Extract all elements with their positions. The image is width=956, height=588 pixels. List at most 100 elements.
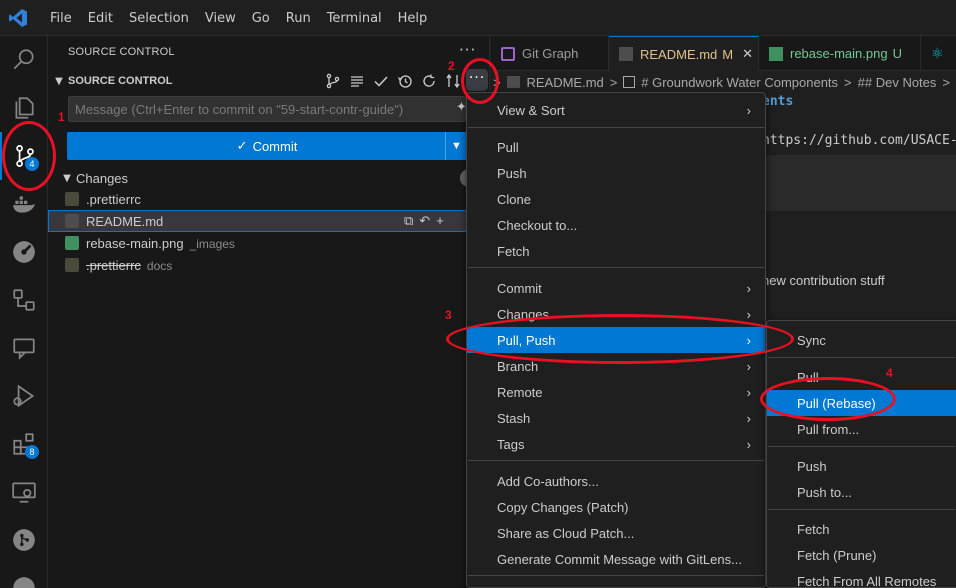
tab-badge: M [722,46,734,62]
activity-more[interactable] [0,564,48,588]
menu-item-tags[interactable]: Tags › [467,431,765,457]
breadcrumb-item[interactable]: # Groundwork Water Components [641,75,838,90]
submenu-item-fetch-all-remotes[interactable]: Fetch From All Remotes [767,568,956,588]
menu-separator [468,127,764,128]
menu-selection[interactable]: Selection [121,11,197,26]
menu-item-commit[interactable]: Commit › [467,275,765,301]
menu-item-label: Fetch [797,521,830,537]
activity-remote[interactable] [0,468,48,516]
view-as-list-icon[interactable] [347,71,366,90]
menu-item-label: Pull from... [797,421,860,437]
file-dir: _images [189,236,235,251]
git-graph-icon [13,529,35,551]
code-block [762,155,956,211]
submenu-item-pull[interactable]: Pull [767,364,956,390]
tab-label: rebase-main.png [790,46,888,61]
activity-extensions-tree[interactable] [0,276,48,324]
menu-view[interactable]: View [197,11,244,26]
file-row[interactable]: .prettierrc [48,188,490,210]
activity-run-debug[interactable] [0,372,48,420]
activity-search[interactable] [0,36,48,84]
activity-comments[interactable] [0,324,48,372]
menu-item-clone[interactable]: Clone [467,186,765,212]
open-file-icon[interactable]: ⧉ [404,213,413,229]
menu-item-pull-push[interactable]: Pull, Push › [467,327,765,353]
code-text: new contribution stuff [762,273,885,288]
prettier-file-icon [65,192,79,206]
commit-dropdown-icon[interactable]: ▼ [445,132,467,160]
changes-group-header[interactable]: ▼ Changes [48,167,490,189]
more-actions-menu: View & Sort › Pull Push Clone Checkout to… [466,92,766,588]
section-title: SOURCE CONTROL [68,75,173,87]
pull-push-tool-icon[interactable] [443,71,462,90]
menu-item-label: Pull, Push [497,332,556,348]
menu-edit[interactable]: Edit [80,11,121,26]
activity-source-control[interactable]: 4 [0,132,48,180]
discard-changes-icon[interactable]: ↶ [419,213,430,229]
sidebar-more-icon[interactable]: ··· [459,41,476,59]
submenu-item-fetch-prune[interactable]: Fetch (Prune) [767,542,956,568]
annotation-number-3: 3 [445,308,452,322]
menu-item-pull[interactable]: Pull [467,134,765,160]
file-name: rebase-main.png [86,235,184,251]
menu-item-label: View & Sort [497,102,565,118]
tab-git-graph[interactable]: Git Graph [491,36,609,71]
comment-icon [13,338,35,360]
commit-button[interactable]: ✓ Commit ▼ [67,132,467,160]
stage-changes-icon[interactable]: + [436,213,444,229]
menu-go[interactable]: Go [244,11,278,26]
refresh-icon[interactable] [419,71,438,90]
menu-item-branch[interactable]: Branch › [467,353,765,379]
tab-label: README.md [640,46,718,62]
submenu-item-pull-rebase[interactable]: Pull (Rebase) [767,390,956,416]
file-row[interactable]: .prettierrc docs [48,254,490,276]
menu-item-fetch[interactable]: Fetch [467,238,765,264]
activity-bar: 4 8 [0,36,48,588]
activity-explorer[interactable] [0,84,48,132]
history-icon[interactable] [395,71,414,90]
file-row[interactable]: rebase-main.png _images [48,232,490,254]
activity-docker[interactable] [0,180,48,228]
more-actions-button[interactable]: ··· [466,69,488,91]
extensions-badge: 8 [25,445,39,459]
submenu-item-pull-from[interactable]: Pull from... [767,416,956,442]
tab-label: Git Graph [522,46,579,61]
menu-item-push[interactable]: Push [467,160,765,186]
close-icon[interactable]: ✕ [742,46,753,62]
menu-item-add-co-authors[interactable]: Add Co-authors... [467,468,765,494]
breadcrumb-item[interactable]: README.md [526,75,603,90]
menu-run[interactable]: Run [278,11,319,26]
menu-file[interactable]: File [42,11,80,26]
commit-message-input[interactable] [69,97,465,121]
git-graph-tool-icon[interactable] [323,71,342,90]
activity-remote-explorer[interactable] [0,228,48,276]
menu-separator [468,267,764,268]
commit-check-icon[interactable] [371,71,390,90]
chevron-right-icon: › [746,358,751,374]
file-row[interactable]: README.md ⧉ ↶ + [48,210,490,232]
menu-item-changes[interactable]: Changes › [467,301,765,327]
menu-separator [768,509,955,510]
menu-item-copy-changes[interactable]: Copy Changes (Patch) [467,494,765,520]
tab-readme[interactable]: README.md M ✕ [609,36,759,71]
submenu-item-push[interactable]: Push [767,453,956,479]
menu-item-label: Fetch [497,243,530,259]
activity-git-graph[interactable] [0,516,48,564]
submenu-item-sync[interactable]: Sync [767,327,956,353]
breadcrumb-item[interactable]: ## Dev Notes [858,75,937,90]
sidebar: SOURCE CONTROL ··· ▼ SOURCE CONTROL ··· … [48,36,490,588]
tab-rebase-main[interactable]: rebase-main.png U [759,36,921,71]
menu-terminal[interactable]: Terminal [319,11,390,26]
activity-extensions[interactable]: 8 [0,420,48,468]
menu-item-checkout[interactable]: Checkout to... [467,212,765,238]
menu-help[interactable]: Help [390,11,436,26]
submenu-item-fetch[interactable]: Fetch [767,516,956,542]
menu-item-share-cloud-patch[interactable]: Share as Cloud Patch... [467,520,765,546]
tab-react[interactable]: ⚛ [921,36,956,71]
submenu-item-push-to[interactable]: Push to... [767,479,956,505]
menu-item-stash[interactable]: Stash › [467,405,765,431]
menu-item-remote[interactable]: Remote › [467,379,765,405]
menu-item-view-sort[interactable]: View & Sort › [467,97,765,123]
menu-item-label: Push [497,165,527,181]
menu-item-generate-commit-message[interactable]: Generate Commit Message with GitLens... [467,546,765,572]
